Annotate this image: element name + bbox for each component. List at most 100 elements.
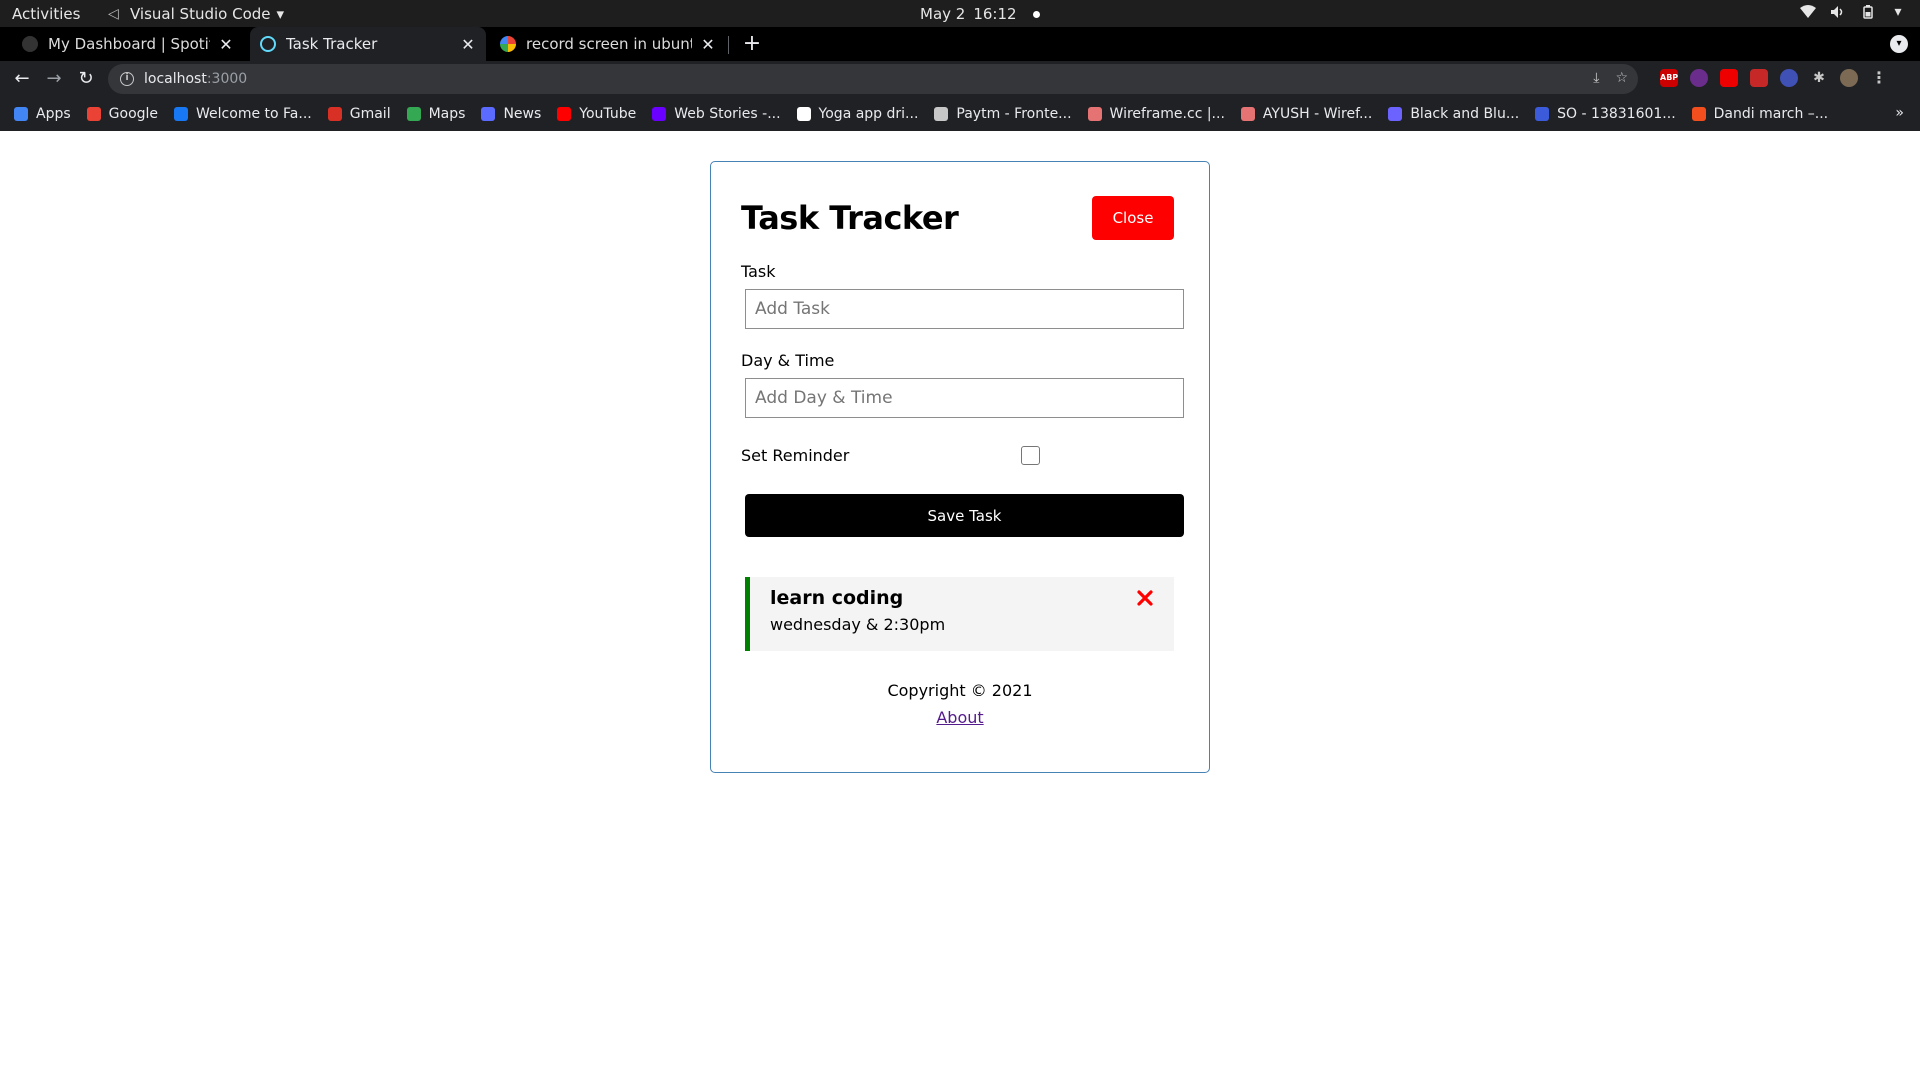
reminder-checkbox[interactable] — [1021, 445, 1040, 465]
google-icon — [500, 36, 516, 52]
bookmark-favicon-icon — [1691, 107, 1706, 121]
tab-record-screen[interactable]: record screen in ubuntu 2 ✕ — [490, 27, 726, 61]
bookmark-star-icon[interactable]: ☆ — [1615, 70, 1628, 86]
task-input[interactable] — [745, 289, 1184, 329]
bookmark-label: AYUSH - Wiref... — [1262, 106, 1373, 122]
bookmark-favicon-icon — [86, 107, 101, 121]
spotify-icon — [22, 36, 38, 52]
tab-task-tracker[interactable]: Task Tracker ✕ — [250, 27, 486, 61]
day-time-input[interactable] — [745, 378, 1184, 418]
browser-toolbar: ← → ↻ i localhost :3000 ⤓ ☆ ABP ✱ ⋮ — [0, 61, 1920, 97]
bookmarks-bar: Apps Google Welcome to Fa... Gmail Maps News Y… — [0, 97, 1920, 131]
bookmark-label: Apps — [36, 106, 71, 122]
bookmark-item[interactable]: Black and Blu... — [1388, 106, 1519, 122]
app-menu[interactable]: ◁ Visual Studio Code ▾ — [108, 5, 284, 23]
save-task-button[interactable]: Save Task — [745, 494, 1184, 537]
bookmark-favicon-icon — [796, 107, 811, 121]
power-menu-icon: ▾ — [1894, 4, 1902, 20]
url-host: localhost — [144, 71, 207, 87]
close-tab-icon[interactable]: ✕ — [218, 35, 234, 54]
bookmark-item[interactable]: News — [481, 106, 541, 122]
bookmark-favicon-icon — [652, 107, 667, 121]
extension-icon[interactable] — [1750, 69, 1768, 87]
bookmark-favicon-icon — [1535, 107, 1550, 121]
bookmark-item[interactable]: Welcome to Fa... — [174, 106, 312, 122]
bookmark-label: Google — [108, 106, 159, 122]
bookmark-item[interactable]: Apps — [14, 106, 71, 122]
battery-icon — [1860, 4, 1876, 20]
tab-search-icon[interactable]: ▾ — [1890, 35, 1908, 53]
bookmark-favicon-icon — [934, 107, 949, 121]
extension-icon[interactable] — [1720, 69, 1738, 87]
tab-title: record screen in ubuntu 2 — [526, 35, 692, 53]
app-name: Visual Studio Code — [130, 5, 271, 23]
reload-icon[interactable]: ↻ — [74, 67, 98, 91]
copyright-text: Copyright © 2021 — [887, 681, 1033, 700]
bookmark-item[interactable]: Gmail — [327, 106, 391, 122]
bookmark-item[interactable]: Wireframe.cc |... — [1087, 106, 1225, 122]
bookmark-label: Welcome to Fa... — [196, 106, 312, 122]
bookmark-label: Paytm - Fronte... — [956, 106, 1072, 122]
bookmark-item[interactable]: SO - 13831601... — [1535, 106, 1676, 122]
close-button[interactable]: Close — [1092, 196, 1174, 240]
task-item[interactable]: learn coding wednesday & 2:30pm — [745, 577, 1174, 651]
activities-button[interactable]: Activities — [12, 5, 80, 23]
app-header: Task Tracker Close — [741, 192, 1179, 244]
system-top-bar: Activities ◁ Visual Studio Code ▾ May 2 … — [0, 0, 1920, 27]
reminder-label: Set Reminder — [741, 445, 850, 465]
extension-icon[interactable] — [1780, 69, 1798, 87]
puzzle-extensions-icon[interactable]: ✱ — [1810, 69, 1828, 87]
clock[interactable]: May 2 16:12 — [920, 5, 1040, 23]
bookmark-favicon-icon — [327, 107, 342, 121]
volume-icon — [1830, 4, 1846, 20]
url-port: :3000 — [206, 71, 248, 87]
bookmark-item[interactable]: Google — [86, 106, 159, 122]
tab-strip: My Dashboard | Spotify fo ✕ Task Tracker… — [0, 27, 1920, 61]
profile-avatar-icon[interactable] — [1840, 69, 1858, 87]
extension-icon[interactable] — [1690, 69, 1708, 87]
bookmark-item[interactable]: AYUSH - Wiref... — [1240, 106, 1373, 122]
bookmark-favicon-icon — [1240, 107, 1255, 121]
close-tab-icon[interactable]: ✕ — [700, 35, 716, 54]
system-tray[interactable]: ▾ — [1800, 4, 1906, 20]
bookmark-item[interactable]: Yoga app dri... — [796, 106, 919, 122]
bookmark-label: Yoga app dri... — [818, 106, 919, 122]
back-arrow-icon[interactable]: ← — [10, 67, 34, 91]
bookmark-label: Dandi march –... — [1713, 106, 1829, 122]
time: 16:12 — [973, 5, 1017, 23]
bookmark-label: News — [503, 106, 542, 122]
bookmarks-overflow-icon[interactable]: » — [1895, 105, 1904, 121]
task-day: wednesday & 2:30pm — [770, 615, 946, 634]
bookmark-label: YouTube — [579, 106, 637, 122]
install-app-icon[interactable]: ⤓ — [1593, 70, 1599, 86]
caret-down-icon: ▾ — [276, 5, 285, 23]
page-viewport: Task Tracker Close Task Day & Time Set R… — [0, 131, 1920, 1080]
tab-spotify[interactable]: My Dashboard | Spotify fo ✕ — [12, 27, 244, 61]
site-info-icon[interactable]: i — [120, 72, 134, 86]
bookmark-item[interactable]: Maps — [406, 106, 465, 122]
menu-kebab-icon[interactable]: ⋮ — [1870, 69, 1888, 87]
bookmark-favicon-icon — [174, 107, 189, 121]
bookmark-label: SO - 13831601... — [1557, 106, 1676, 122]
bookmark-favicon-icon — [1388, 107, 1403, 121]
extensions-area: ABP ✱ ⋮ — [1660, 69, 1888, 87]
delete-x-icon[interactable] — [1136, 589, 1154, 607]
bookmark-favicon-icon — [406, 107, 421, 121]
bookmark-favicon-icon — [14, 107, 28, 121]
bookmark-item[interactable]: Web Stories -... — [652, 106, 781, 122]
bookmark-item[interactable]: Dandi march –... — [1691, 106, 1829, 122]
bookmark-item[interactable]: Paytm - Fronte... — [934, 106, 1072, 122]
address-bar[interactable]: i localhost :3000 ⤓ ☆ — [108, 64, 1638, 94]
bookmark-item[interactable]: YouTube — [557, 106, 636, 122]
new-tab-plus-icon[interactable]: + — [738, 30, 766, 58]
wifi-icon — [1800, 4, 1816, 20]
forward-arrow-icon[interactable]: → — [42, 67, 66, 91]
adblock-plus-icon[interactable]: ABP — [1660, 69, 1678, 87]
tab-title: My Dashboard | Spotify fo — [48, 35, 210, 53]
tab-separator — [728, 36, 729, 54]
add-task-form: Task Day & Time Set Reminder Save Task — [741, 262, 1184, 537]
tab-title: Task Tracker — [286, 35, 378, 53]
about-link[interactable]: About — [936, 708, 983, 727]
close-tab-icon[interactable]: ✕ — [460, 35, 476, 54]
day-field-group: Day & Time — [741, 351, 1184, 418]
